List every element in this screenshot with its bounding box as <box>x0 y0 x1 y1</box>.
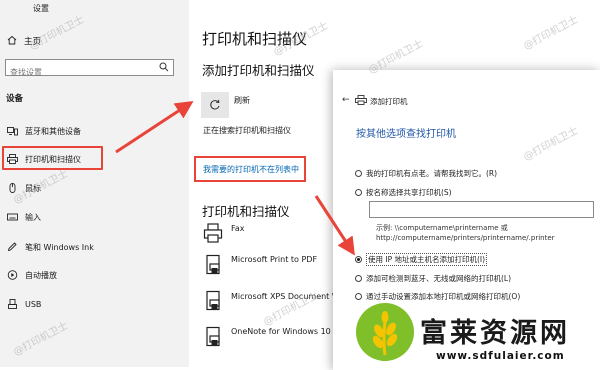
document-printer-icon <box>206 254 220 275</box>
nav-item-autoplay[interactable]: 自动播放 <box>6 268 57 282</box>
example-text: 示例: \\computername\printername 或 http://… <box>376 223 555 243</box>
add-section-title: 添加打印机和扫描仪 <box>202 63 315 78</box>
option-label: 使用 IP 地址或主机名添加打印机(I) <box>366 253 488 266</box>
back-arrow-icon[interactable]: ← <box>342 95 350 105</box>
logo-url: www.sdfulaier.com <box>436 350 565 362</box>
printer-icon <box>355 95 367 105</box>
radio-button-selected[interactable] <box>355 256 362 263</box>
keyboard-icon <box>6 212 18 222</box>
printer-not-listed-link[interactable]: 我需要的打印机不在列表中 <box>203 164 299 175</box>
home-icon <box>6 35 18 48</box>
refresh-label: 刷新 <box>234 96 250 105</box>
example-line-1: 示例: \\computername\printername 或 <box>376 224 508 232</box>
option-ip-hostname[interactable]: 使用 IP 地址或主机名添加打印机(I) <box>355 253 488 266</box>
document-printer-icon <box>206 326 220 347</box>
option-label: 我的打印机有点老。请帮我找到它。(R) <box>366 169 498 178</box>
dialog-title: 添加打印机 <box>370 97 408 106</box>
printer-name: OneNote for Windows 10 <box>231 326 331 336</box>
option-bluetooth-wireless[interactable]: 添加可检测到蓝牙、无线或网络的打印机(L) <box>355 273 511 284</box>
printer-item-pdf[interactable]: Microsoft Print to PDF <box>203 254 317 276</box>
printer-name: Microsoft Print to PDF <box>231 254 318 264</box>
option-label: 按名称选择共享打印机(S) <box>366 188 452 197</box>
nav-item-pen[interactable]: 笔和 Windows Ink <box>6 240 94 254</box>
settings-search-box[interactable] <box>5 59 174 80</box>
window-title: 设置 <box>33 4 49 13</box>
searching-status: 正在搜索打印机和扫描仪 <box>203 126 291 135</box>
nav-item-label: 输入 <box>25 212 41 222</box>
radio-button[interactable] <box>355 275 362 282</box>
search-icon <box>159 62 169 72</box>
bluetooth-devices-icon <box>6 126 18 136</box>
document-printer-icon <box>206 290 220 311</box>
wheat-logo-icon <box>356 303 414 361</box>
nav-item-label: 自动播放 <box>25 270 57 280</box>
nav-item-label: 蓝牙和其他设备 <box>25 126 81 136</box>
nav-item-label: USB <box>25 299 42 309</box>
refresh-button[interactable] <box>201 92 229 118</box>
nav-item-usb[interactable]: USB <box>6 297 41 311</box>
nav-item-bluetooth[interactable]: 蓝牙和其他设备 <box>6 124 81 138</box>
fax-printer-icon <box>203 223 223 243</box>
option-label: 添加可检测到蓝牙、无线或网络的打印机(L) <box>366 274 512 283</box>
nav-section-devices: 设备 <box>6 94 24 104</box>
logo-brand: 富莱资源网 <box>420 318 570 349</box>
printer-item-fax[interactable]: Fax <box>203 222 245 244</box>
watermark: @打印机卫士 <box>521 14 581 53</box>
example-line-2: http://computername/printers/printername… <box>376 234 555 242</box>
usb-icon <box>6 299 18 309</box>
radio-button[interactable] <box>355 170 362 177</box>
selected-item-highlight <box>2 146 103 170</box>
printer-name: Fax <box>231 223 245 233</box>
dialog-heading: 按其他选项查找打印机 <box>356 129 456 140</box>
option-shared-by-name[interactable]: 按名称选择共享打印机(S) <box>355 187 452 198</box>
nav-item-label: 笔和 Windows Ink <box>25 242 94 252</box>
pen-icon <box>6 242 18 252</box>
printer-name: Microsoft XPS Document W <box>231 291 340 301</box>
refresh-icon <box>210 99 220 110</box>
nav-item-typing[interactable]: 输入 <box>6 210 41 224</box>
radio-button[interactable] <box>355 189 362 196</box>
printers-section-title: 打印机和扫描仪 <box>202 204 290 219</box>
shared-printer-name-field[interactable] <box>369 201 594 218</box>
autoplay-icon <box>6 270 18 280</box>
settings-search-input[interactable] <box>6 65 154 80</box>
option-old-printer[interactable]: 我的打印机有点老。请帮我找到它。(R) <box>355 168 497 179</box>
printer-item-onenote[interactable]: OneNote for Windows 10 <box>203 326 331 348</box>
site-logo: 富莱资源网 www.sdfulaier.com <box>354 297 600 367</box>
